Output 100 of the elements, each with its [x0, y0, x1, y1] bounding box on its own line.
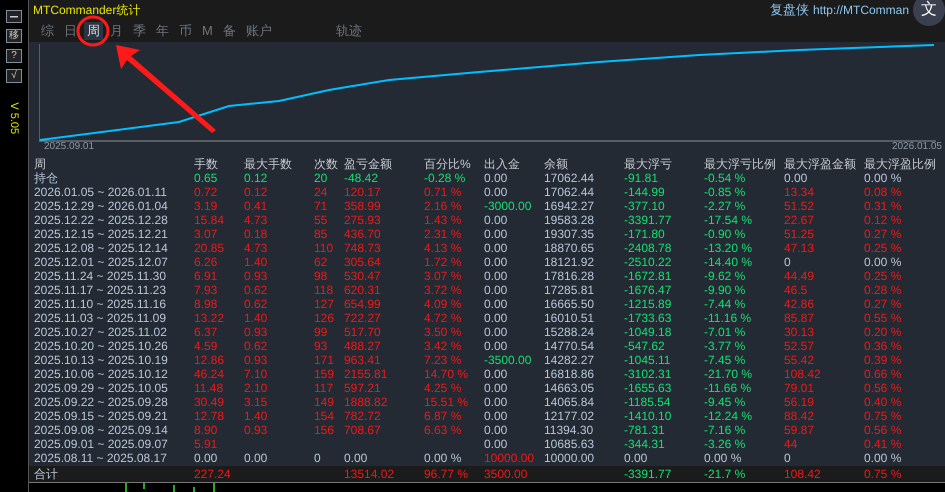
- table-cell-text: 12.78: [194, 409, 226, 423]
- minimize-button[interactable]: [6, 10, 22, 23]
- row-label: 持仓: [34, 171, 59, 185]
- table-cell-text: 2.16 %: [424, 199, 462, 213]
- table-cell-text: 0.00: [484, 395, 508, 409]
- table-cell-text: -1215.89: [624, 297, 672, 311]
- table-cell-text: 0.66 %: [864, 367, 902, 381]
- table-cell-text: 358.99: [344, 199, 382, 213]
- tab[interactable]: 年: [153, 22, 172, 40]
- table-cell-text: 4.73: [244, 213, 268, 227]
- column-header: 最大浮亏: [624, 157, 673, 171]
- table-cell-text: 0.39 %: [864, 353, 902, 367]
- table-cell-text: 24: [314, 185, 328, 199]
- row-label: 2025.10.20 ~ 2025.10.26: [34, 339, 169, 353]
- table-cell-text: 2.10: [244, 381, 268, 395]
- table-cell-text: -0.90 %: [704, 227, 746, 241]
- table-cell-text: 0.41 %: [864, 437, 902, 451]
- sidebar-button[interactable]: √: [6, 69, 22, 83]
- row-label: 2025.09.22 ~ 2025.09.28: [34, 395, 169, 409]
- table-cell-text: 0.75 %: [864, 409, 902, 423]
- website-link[interactable]: http://MTComman: [812, 1, 909, 19]
- table-cell-text: 3.07 %: [424, 269, 462, 283]
- table-cell-text: -3102.31: [624, 367, 672, 381]
- row-label: 2025.12.29 ~ 2026.01.04: [34, 199, 169, 213]
- table-cell-text: 0.75 %: [864, 467, 902, 481]
- table-cell-text: 0.00: [484, 227, 508, 241]
- table-cell-text: 0.00 %: [864, 451, 902, 465]
- table-cell-text: 0.25 %: [864, 269, 902, 283]
- table-cell-text: 11394.30: [544, 423, 594, 437]
- table-cell-text: -3500.00: [484, 353, 532, 367]
- row-label: 2025.10.06 ~ 2025.10.12: [34, 367, 169, 381]
- table-cell-text: 14282.27: [544, 353, 596, 367]
- table-cell-text: 30.13: [784, 325, 816, 339]
- table-cell-text: -2.27 %: [704, 199, 746, 213]
- table-cell-text: -9.62 %: [704, 269, 746, 283]
- table-cell-text: 6.26: [194, 255, 218, 269]
- table-cell-text: 16010.51: [544, 311, 596, 325]
- table-cell-text: 5.91: [194, 437, 218, 451]
- table-cell-text: 96.77 %: [424, 467, 470, 481]
- table-cell-text: 110: [314, 241, 334, 255]
- table-cell-text: 14770.54: [544, 339, 596, 353]
- column-header: 最大浮亏比例: [704, 157, 777, 171]
- table-cell-text: -1733.63: [624, 311, 672, 325]
- tab[interactable]: 轨迹: [332, 22, 365, 40]
- row-label: 2025.11.17 ~ 2025.11.23: [34, 283, 168, 297]
- table-cell-text: 126: [314, 311, 336, 325]
- table-cell-text: 0.00: [484, 339, 508, 353]
- table-cell-text: 13.34: [784, 185, 816, 199]
- table-cell-text: 13514.02: [344, 467, 396, 481]
- table-cell-text: 0.00 %: [864, 255, 902, 269]
- tab[interactable]: 币: [176, 22, 195, 40]
- table-cell-text: 0.00: [484, 297, 508, 311]
- row-label: 2025.09.08 ~ 2025.09.14: [34, 423, 169, 437]
- table-cell-text: 117: [314, 381, 334, 395]
- table-cell-text: 6.91: [194, 269, 218, 283]
- table-cell-text: 85: [314, 227, 328, 241]
- tab[interactable]: 综: [38, 22, 57, 40]
- row-label: 2025.12.01 ~ 2025.12.07: [34, 255, 169, 269]
- table-cell-text: -11.16 %: [704, 311, 752, 325]
- table-cell-text: 227.24: [194, 467, 232, 481]
- table-cell-text: 20.85: [194, 241, 226, 255]
- table-cell-text: -144.99: [624, 185, 666, 199]
- tab[interactable]: 日: [61, 22, 80, 40]
- table-cell-text: 88.42: [784, 409, 816, 423]
- window-title: MTCommander统计: [33, 2, 140, 19]
- table-cell-text: 0.00: [244, 451, 268, 465]
- tab[interactable]: 季: [130, 22, 149, 40]
- table-cell-text: 4.73: [244, 241, 268, 255]
- table-cell-text: 0.55 %: [864, 311, 902, 325]
- table-cell-text: 597.21: [344, 381, 382, 395]
- tab[interactable]: 账户: [242, 22, 275, 40]
- sidebar-button[interactable]: 移: [6, 29, 22, 43]
- row-label: 合计: [34, 467, 59, 481]
- table-cell-text: 0.40 %: [864, 395, 902, 409]
- column-header: 盈亏金额: [344, 157, 393, 171]
- table-cell-text: 44: [784, 437, 798, 451]
- table-cell-text: 15.84: [194, 213, 226, 227]
- table-cell-text: 30.49: [194, 395, 226, 409]
- table-cell-text: -1049.18: [624, 325, 672, 339]
- brand-label: 复盘侠: [770, 1, 809, 20]
- table-cell-text: -7.44 %: [704, 297, 746, 311]
- table-cell-text: 275.93: [344, 213, 382, 227]
- tab[interactable]: M: [199, 22, 216, 40]
- table-cell-text: 0.00: [484, 171, 508, 185]
- table-cell-text: 0.00: [484, 437, 508, 451]
- tab[interactable]: 月: [107, 22, 126, 40]
- table-cell-text: 10000.00: [544, 451, 596, 465]
- table-cell-text: 47.13: [784, 241, 816, 255]
- table-cell-text: 0.00 %: [864, 171, 902, 185]
- sidebar-button[interactable]: ?: [6, 49, 22, 63]
- table-cell-text: 0.20 %: [864, 325, 902, 339]
- tab[interactable]: 备: [220, 22, 239, 40]
- column-header: 最大浮盈比例: [864, 157, 937, 171]
- tab[interactable]: 周: [84, 22, 103, 40]
- table-cell-text: -2510.22: [624, 255, 672, 269]
- table-cell-text: -1185.54: [624, 395, 672, 409]
- table-cell-text: 108.42: [784, 467, 822, 481]
- table-cell-text: 3.07: [194, 227, 218, 241]
- table-cell-text: 0.00: [484, 213, 508, 227]
- row-label: 2025.12.08 ~ 2025.12.14: [34, 241, 169, 255]
